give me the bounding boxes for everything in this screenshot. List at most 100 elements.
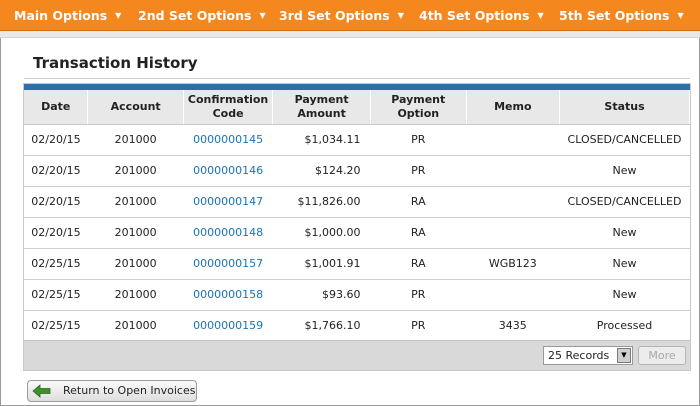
- table-row: 02/25/15 201000 0000000159 $1,766.10 PR …: [24, 310, 690, 342]
- nav-3rd-set-options[interactable]: 3rd Set Options ▼: [268, 0, 408, 31]
- header-payment-option[interactable]: Payment Option: [370, 90, 467, 125]
- nav-5th-set-options[interactable]: 5th Set Options ▼: [547, 0, 697, 31]
- nav-label: 4th Set Options: [419, 7, 530, 23]
- cell-account: 201000: [87, 248, 184, 280]
- chevron-down-icon: ▼: [677, 10, 684, 20]
- select-value: 25 Records: [548, 349, 610, 362]
- nav-2nd-set-options[interactable]: 2nd Set Options ▼: [127, 0, 268, 31]
- cell-date: 02/25/15: [24, 310, 88, 342]
- header-confirmation-code[interactable]: Confirmation Code: [183, 90, 274, 125]
- header-date[interactable]: Date: [24, 90, 89, 125]
- cell-status: New: [559, 155, 690, 187]
- header-label: Amount: [297, 106, 346, 120]
- cell-account: 201000: [87, 186, 184, 218]
- cell-account: 201000: [87, 155, 184, 187]
- cell-account: 201000: [87, 279, 184, 311]
- confirmation-code-link[interactable]: 0000000159: [183, 310, 273, 342]
- header-label: Code: [212, 106, 244, 120]
- cell-status: New: [559, 279, 690, 311]
- cell-status: New: [559, 217, 690, 249]
- cell-amount: $1,034.11: [272, 124, 371, 156]
- table-row: 02/25/15 201000 0000000157 $1,001.91 RA …: [24, 248, 690, 280]
- header-label: Memo: [494, 99, 532, 113]
- header-label: Status: [604, 99, 645, 113]
- chevron-down-icon: ▼: [537, 10, 544, 20]
- cell-memo: [466, 279, 560, 311]
- cell-status: New: [559, 248, 690, 280]
- nav-label: Main Options: [14, 7, 108, 23]
- cell-date: 02/20/15: [24, 186, 88, 218]
- nav-main-options[interactable]: Main Options ▼: [0, 0, 127, 31]
- cell-option: RA: [370, 248, 467, 280]
- cell-account: 201000: [87, 124, 184, 156]
- cell-status: CLOSED/CANCELLED: [559, 124, 690, 156]
- table-row: 02/20/15 201000 0000000145 $1,034.11 PR …: [24, 124, 690, 156]
- top-nav: Main Options ▼ 2nd Set Options ▼ 3rd Set…: [0, 0, 700, 31]
- page-title: Transaction History: [33, 54, 198, 72]
- cell-account: 201000: [87, 310, 184, 342]
- cell-account: 201000: [87, 217, 184, 249]
- cell-option: RA: [370, 217, 467, 249]
- cell-date: 02/25/15: [24, 248, 88, 280]
- cell-memo: [466, 124, 560, 156]
- chevron-down-icon: ▼: [397, 10, 404, 20]
- cell-status: CLOSED/CANCELLED: [559, 186, 690, 218]
- cell-memo: WGB123: [466, 248, 560, 280]
- table-row: 02/20/15 201000 0000000146 $124.20 PR Ne…: [24, 155, 690, 187]
- title-divider: [24, 78, 690, 79]
- table-header-row: Date Account Confirmation Code Payment Amo…: [24, 90, 690, 125]
- header-label: Confirmation: [187, 92, 269, 106]
- cell-amount: $1,001.91: [272, 248, 371, 280]
- cell-amount: $1,000.00: [272, 217, 371, 249]
- cell-memo: 3435: [466, 310, 560, 342]
- return-to-open-invoices-button[interactable]: Return to Open Invoices: [27, 380, 197, 402]
- cell-date: 02/20/15: [24, 155, 88, 187]
- header-payment-amount[interactable]: Payment Amount: [272, 90, 371, 125]
- table-row: 02/20/15 201000 0000000148 $1,000.00 RA …: [24, 217, 690, 249]
- confirmation-code-link[interactable]: 0000000158: [183, 279, 273, 311]
- table-row: 02/20/15 201000 0000000147 $11,826.00 RA…: [24, 186, 690, 218]
- cell-option: PR: [370, 124, 467, 156]
- cell-amount: $124.20: [272, 155, 371, 187]
- cell-option: PR: [370, 155, 467, 187]
- nav-label: 5th Set Options: [559, 7, 670, 23]
- table-footer: 25 Records ▼ More: [24, 340, 690, 370]
- cell-memo: [466, 217, 560, 249]
- return-button-label: Return to Open Invoices: [63, 384, 196, 397]
- header-status[interactable]: Status: [559, 90, 690, 125]
- confirmation-code-link[interactable]: 0000000148: [183, 217, 273, 249]
- confirmation-code-link[interactable]: 0000000157: [183, 248, 273, 280]
- chevron-down-icon: ▼: [259, 10, 266, 20]
- header-memo[interactable]: Memo: [466, 90, 561, 125]
- cell-memo: [466, 186, 560, 218]
- cell-status: Processed: [559, 310, 690, 342]
- header-account[interactable]: Account: [87, 90, 184, 125]
- cell-option: PR: [370, 279, 467, 311]
- header-label: Payment: [294, 92, 349, 106]
- transaction-table: Date Account Confirmation Code Payment Amo…: [24, 90, 690, 342]
- transaction-panel: Date Account Confirmation Code Payment Amo…: [23, 83, 691, 371]
- nav-4th-set-options[interactable]: 4th Set Options ▼: [408, 0, 547, 31]
- cell-option: PR: [370, 310, 467, 342]
- dropdown-arrow-icon[interactable]: ▼: [617, 348, 631, 363]
- left-arrow-icon: [32, 384, 51, 398]
- nav-label: 3rd Set Options: [279, 7, 390, 23]
- confirmation-code-link[interactable]: 0000000146: [183, 155, 273, 187]
- header-label: Option: [397, 106, 440, 120]
- cell-amount: $93.60: [272, 279, 371, 311]
- header-label: Date: [41, 99, 71, 113]
- cell-date: 02/25/15: [24, 279, 88, 311]
- more-button[interactable]: More: [638, 346, 686, 365]
- chevron-down-icon: ▼: [115, 10, 122, 20]
- cell-date: 02/20/15: [24, 124, 88, 156]
- cell-option: RA: [370, 186, 467, 218]
- table-row: 02/25/15 201000 0000000158 $93.60 PR New: [24, 279, 690, 311]
- records-per-page-select[interactable]: 25 Records ▼: [543, 346, 633, 365]
- cell-amount: $11,826.00: [272, 186, 371, 218]
- cell-amount: $1,766.10: [272, 310, 371, 342]
- cell-date: 02/20/15: [24, 217, 88, 249]
- header-label: Payment: [391, 92, 446, 106]
- confirmation-code-link[interactable]: 0000000147: [183, 186, 273, 218]
- cell-memo: [466, 155, 560, 187]
- confirmation-code-link[interactable]: 0000000145: [183, 124, 273, 156]
